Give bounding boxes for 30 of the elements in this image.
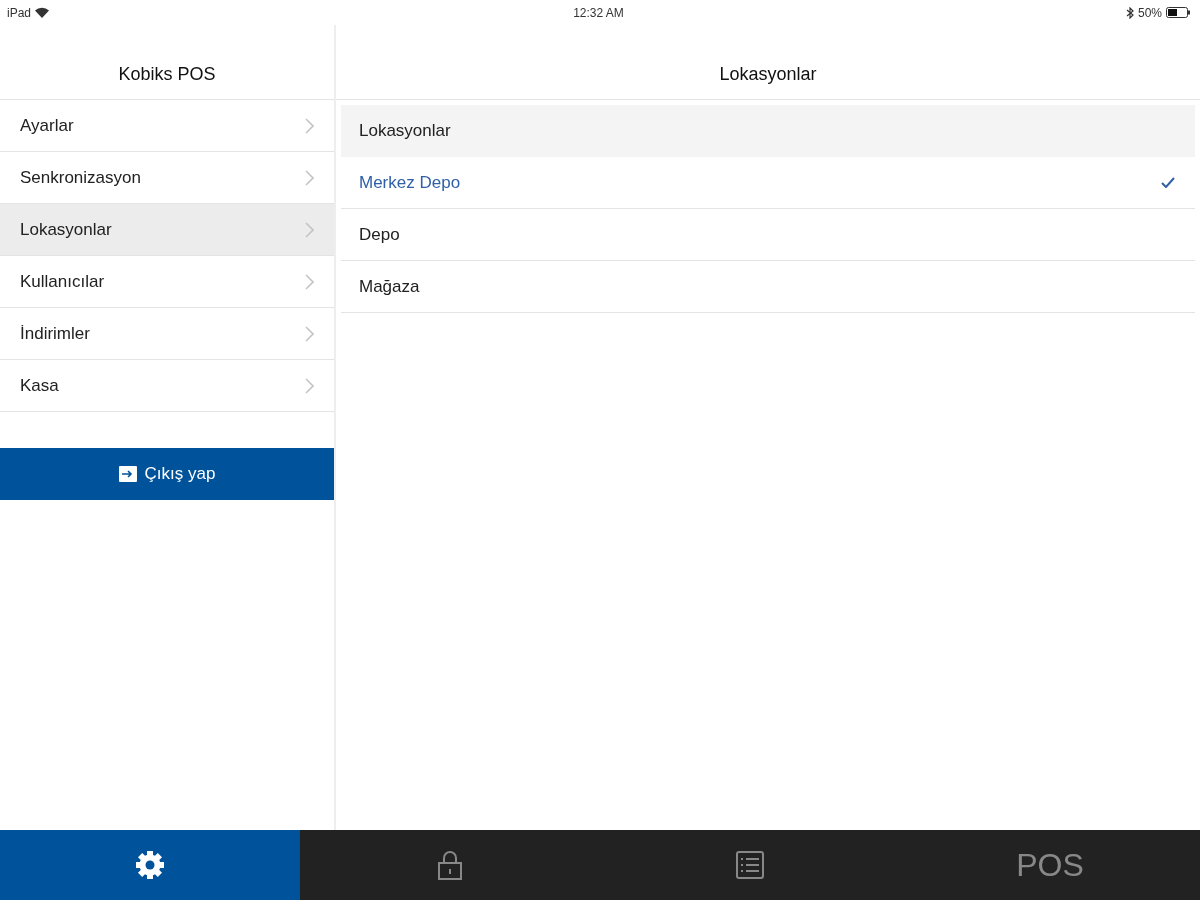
wifi-icon xyxy=(35,7,50,18)
sidebar-title: Kobiks POS xyxy=(118,63,216,86)
bluetooth-icon xyxy=(1125,6,1134,19)
location-item[interactable]: Mağaza xyxy=(341,261,1195,313)
tab[interactable] xyxy=(0,830,300,900)
lock-icon xyxy=(438,850,462,880)
chevron-icon xyxy=(305,221,314,238)
sidebar-item[interactable]: Ayarlar xyxy=(0,100,334,152)
chevron-icon xyxy=(305,325,314,342)
sidebar-item[interactable]: Kullanıcılar xyxy=(0,256,334,308)
chevron-icon xyxy=(305,273,314,290)
settings-icon xyxy=(135,850,165,880)
list-icon xyxy=(736,851,764,879)
carrier-label: iPad xyxy=(7,4,32,22)
sidebar-item[interactable]: Kasa xyxy=(0,360,334,412)
page-title: Lokasyonlar xyxy=(719,63,817,86)
logout-button[interactable]: Çıkış yap xyxy=(0,448,334,500)
sidebar-item[interactable]: Lokasyonlar xyxy=(0,204,334,256)
sidebar-item[interactable]: İndirimler xyxy=(0,308,334,360)
checkmark-icon xyxy=(1161,177,1175,188)
location-item[interactable]: Depo xyxy=(341,209,1195,261)
chevron-icon xyxy=(305,117,314,134)
battery-icon xyxy=(1166,7,1190,18)
section-header: Lokasyonlar xyxy=(341,105,1195,157)
chevron-icon xyxy=(305,377,314,394)
location-item[interactable]: Merkez Depo xyxy=(341,157,1195,209)
chevron-icon xyxy=(305,169,314,186)
clock-time: 12:32 AM xyxy=(573,4,624,22)
exit-icon xyxy=(118,466,137,482)
battery-percentage: 50% xyxy=(1137,4,1162,22)
